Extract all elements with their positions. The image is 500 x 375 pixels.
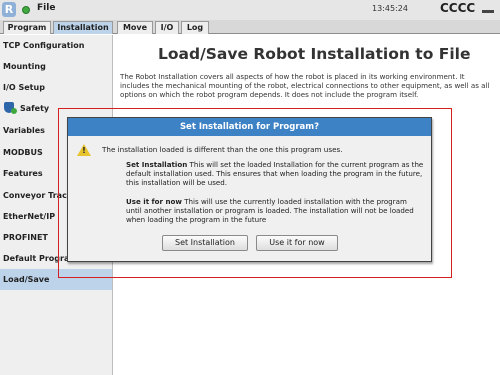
tab-installation[interactable]: Installation (53, 21, 113, 34)
status-indicator-icon (22, 6, 30, 14)
sidebar-item-label: PROFINET (3, 233, 48, 242)
sidebar-item-label: Load/Save (3, 275, 50, 284)
page-title: Load/Save Robot Installation to File (158, 45, 471, 63)
tab-io[interactable]: I/O (155, 21, 179, 34)
sidebar-item-mounting[interactable]: Mounting (0, 56, 112, 77)
set-installation-dialog: Set Installation for Program? ! The inst… (67, 117, 432, 262)
sidebar-item-label: Mounting (3, 62, 46, 71)
warning-mark-icon: ! (82, 146, 86, 155)
sidebar-item-label: I/O Setup (3, 83, 45, 92)
use-heading: Use it for now (126, 197, 182, 206)
set-heading: Set Installation (126, 160, 188, 169)
robot-name: CCCC (440, 1, 476, 15)
sidebar-item-label: Features (3, 169, 43, 178)
page-description: The Robot Installation covers all aspect… (120, 72, 490, 99)
sidebar-item-tcp-configuration[interactable]: TCP Configuration (0, 35, 112, 56)
sidebar-item-label: Variables (3, 126, 45, 135)
sidebar-item-label: EtherNet/IP (3, 212, 56, 221)
sidebar-item-label: MODBUS (3, 148, 43, 157)
set-installation-button[interactable]: Set Installation (162, 235, 248, 251)
dialog-set-description: Set Installation This will set the loade… (126, 160, 424, 187)
sidebar-item-io-setup[interactable]: I/O Setup (0, 77, 112, 98)
dialog-title: Set Installation for Program? (68, 118, 431, 136)
robot-logo-icon: R (2, 2, 16, 17)
top-bar: R File 13:45:24 CCCC (0, 0, 500, 20)
sidebar-item-label: Safety (20, 104, 50, 113)
shield-icon (4, 102, 17, 114)
dialog-use-description: Use it for now This will use the current… (126, 197, 424, 224)
file-menu[interactable]: File (37, 3, 55, 13)
tab-bar: Program Installation Move I/O Log (0, 20, 500, 34)
sidebar-item-label: TCP Configuration (3, 41, 85, 50)
tab-log[interactable]: Log (181, 21, 209, 34)
tab-program[interactable]: Program (3, 21, 51, 34)
clock: 13:45:24 (372, 4, 408, 13)
minimize-icon[interactable] (480, 4, 496, 16)
dialog-message: The installation loaded is different tha… (102, 145, 343, 154)
tab-move[interactable]: Move (117, 21, 153, 34)
use-it-for-now-button[interactable]: Use it for now (256, 235, 338, 251)
